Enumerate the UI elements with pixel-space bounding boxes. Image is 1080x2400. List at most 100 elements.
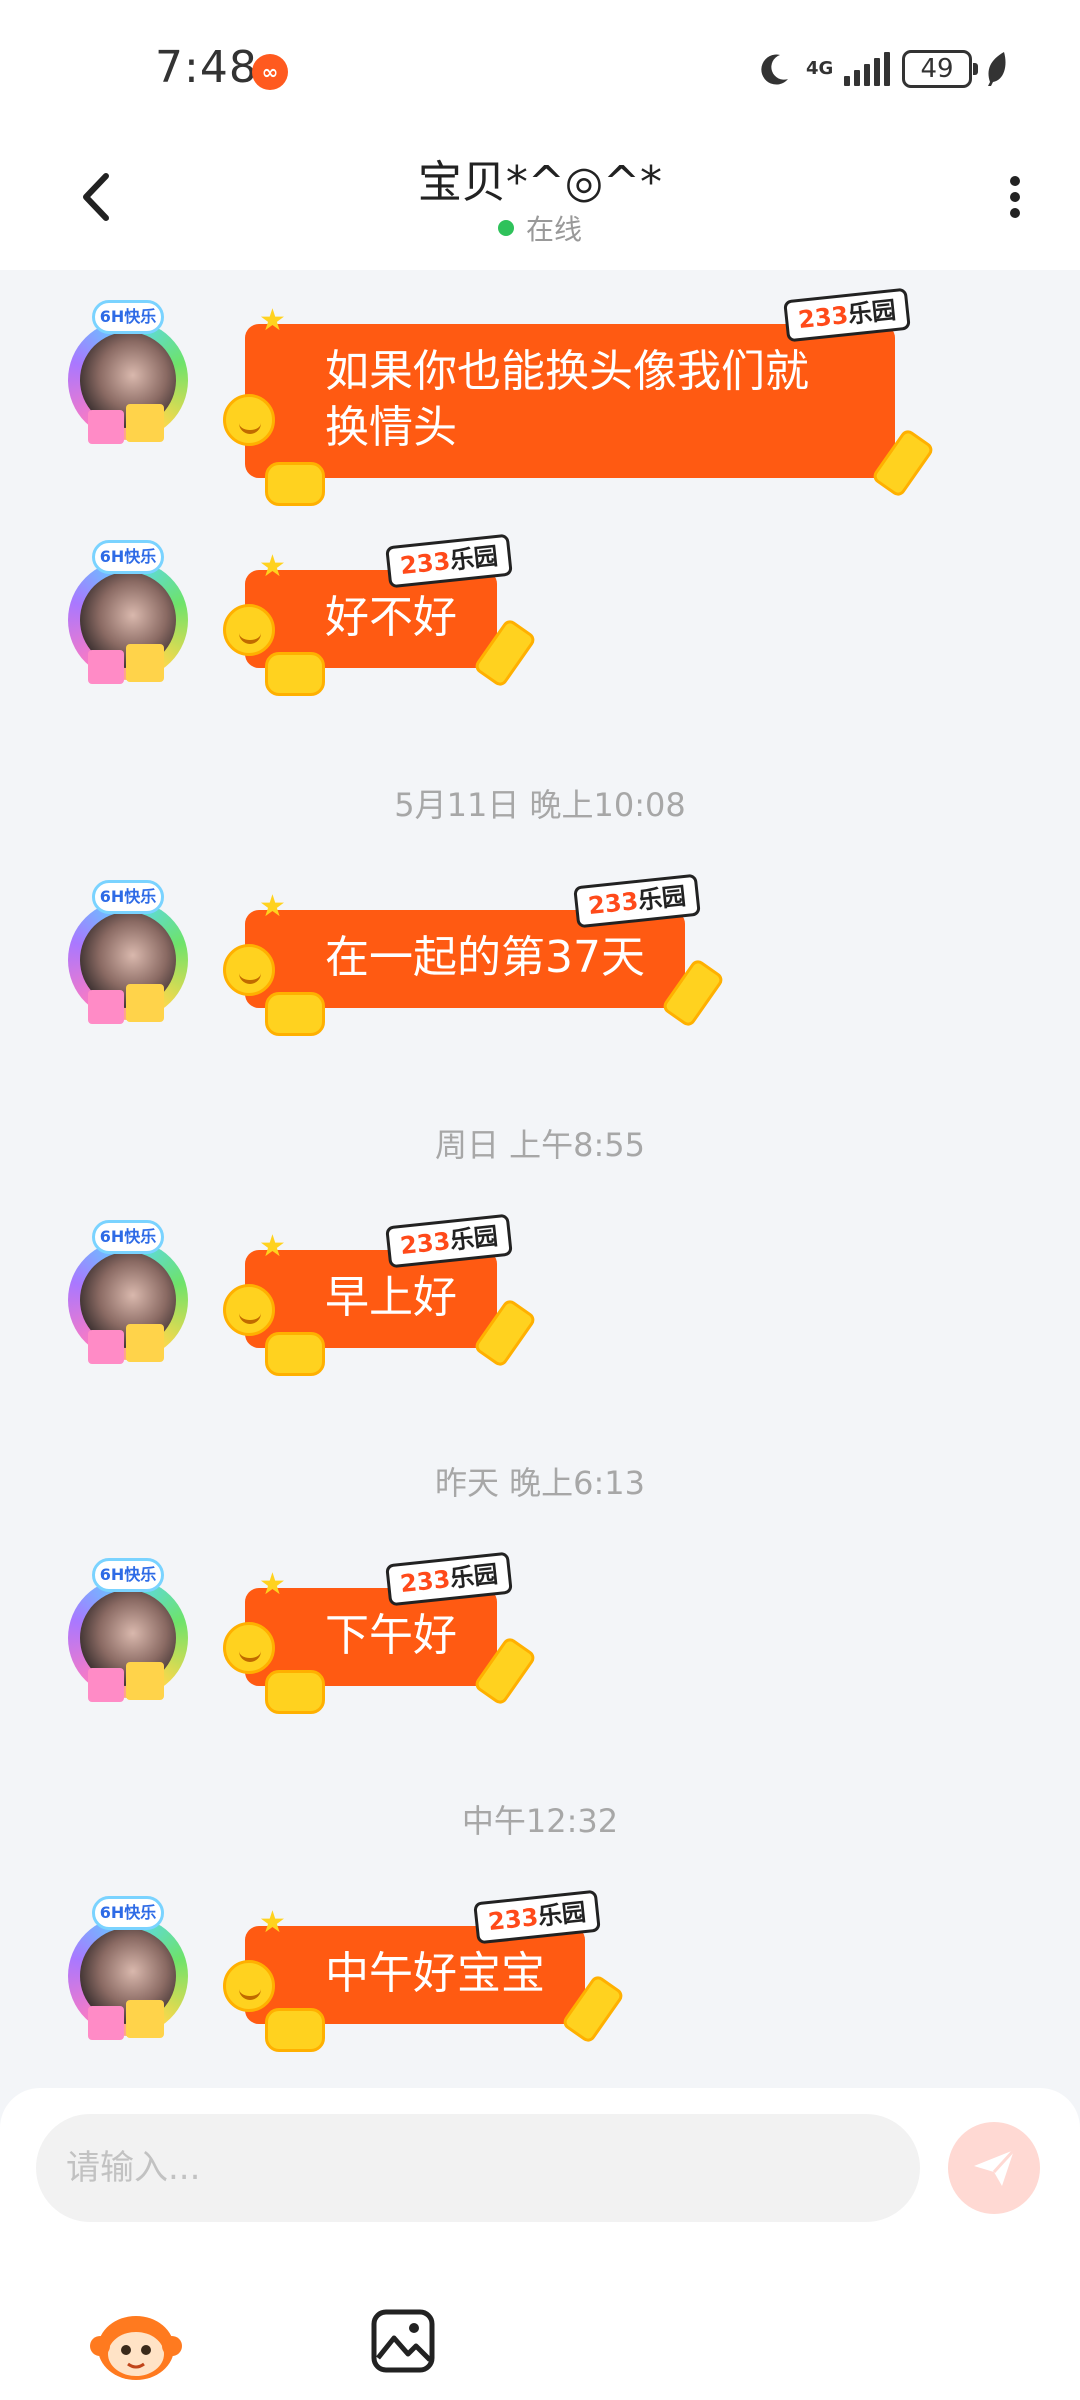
gamepad-sticker-icon bbox=[265, 1670, 325, 1714]
bubble-tag-number: 233 bbox=[796, 300, 850, 335]
compose-bar bbox=[0, 2088, 1080, 2400]
star-icon: ★ bbox=[259, 303, 286, 338]
timestamp: 中午12:32 bbox=[461, 1802, 619, 1840]
gamepad-sticker-icon bbox=[265, 1332, 325, 1376]
sword-sticker-icon bbox=[660, 957, 726, 1029]
bubble-tag: 233乐园 bbox=[573, 873, 701, 929]
star-icon: ★ bbox=[259, 549, 286, 584]
gift-decoration-icon bbox=[88, 1668, 124, 1702]
bubble-tag-text: 乐园 bbox=[636, 881, 688, 915]
app-notification-icon: ∞ bbox=[252, 54, 288, 90]
message-bubble[interactable]: 早上好 233乐园 ★ bbox=[223, 1213, 538, 1376]
smiley-sticker-icon bbox=[223, 944, 275, 996]
bubble-tag-number: 233 bbox=[398, 1226, 452, 1261]
battery-level: 49 bbox=[920, 54, 954, 84]
send-button[interactable] bbox=[948, 2122, 1040, 2214]
sword-sticker-icon bbox=[472, 1297, 538, 1369]
message-bubble-wrap: 好不好 233乐园 ★ bbox=[223, 533, 538, 696]
battery-icon: 49 bbox=[902, 50, 978, 88]
contact-avatar[interactable]: 6H快乐 bbox=[58, 1558, 198, 1703]
gamepad-sticker-icon bbox=[265, 992, 325, 1036]
contact-avatar[interactable]: 6H快乐 bbox=[58, 540, 198, 685]
image-picker-button[interactable] bbox=[370, 2308, 436, 2374]
message-text: 早上好 bbox=[325, 1272, 457, 1323]
gift-box-decoration-icon bbox=[126, 984, 164, 1022]
online-status: 在线 bbox=[0, 208, 1080, 248]
message-text: 中午好宝宝 bbox=[325, 1948, 545, 1999]
timestamp: 周日 上午8:55 bbox=[434, 1126, 646, 1164]
message-text-line: 如果你也能换头像我们就 bbox=[325, 346, 809, 397]
message-bubble[interactable]: 下午好 233乐园 ★ bbox=[223, 1551, 538, 1714]
message-bubble-wrap: 如果你也能换头像我们就 换情头 233乐园 ★ bbox=[223, 287, 936, 506]
smiley-sticker-icon bbox=[223, 1622, 275, 1674]
do-not-disturb-moon-icon bbox=[761, 54, 788, 85]
message-bubble[interactable]: 好不好 233乐园 ★ bbox=[223, 533, 538, 696]
bubble-tag-number: 233 bbox=[398, 1564, 452, 1599]
message-text: 在一起的第37天 bbox=[325, 932, 645, 983]
gift-decoration-icon bbox=[88, 2006, 124, 2040]
bubble-tag: 233乐园 bbox=[473, 1889, 601, 1945]
dot bbox=[1010, 208, 1020, 218]
status-indicators: 4G 49 bbox=[754, 44, 1010, 94]
gift-box-decoration-icon bbox=[126, 1324, 164, 1362]
gamepad-sticker-icon bbox=[265, 462, 325, 506]
avatar-badge: 6H快乐 bbox=[92, 880, 164, 914]
star-icon: ★ bbox=[259, 1229, 286, 1264]
status-time: 7:48 bbox=[155, 42, 258, 93]
mascot-sticker-button[interactable] bbox=[90, 2306, 182, 2382]
gift-box-decoration-icon bbox=[126, 644, 164, 682]
bubble-tag-text: 乐园 bbox=[846, 295, 898, 329]
gift-decoration-icon bbox=[88, 1330, 124, 1364]
bubble-tag-number: 233 bbox=[486, 1902, 540, 1937]
star-icon: ★ bbox=[259, 1905, 286, 1940]
signal-strength-icon bbox=[844, 52, 890, 86]
message-input[interactable] bbox=[36, 2114, 920, 2222]
avatar-badge: 6H快乐 bbox=[92, 1896, 164, 1930]
contact-avatar[interactable]: 6H快乐 bbox=[58, 1220, 198, 1365]
more-options-button[interactable] bbox=[990, 170, 1040, 230]
smiley-sticker-icon bbox=[223, 394, 275, 446]
avatar-badge: 6H快乐 bbox=[92, 1558, 164, 1592]
sword-sticker-icon bbox=[560, 1973, 626, 2045]
chat-title: 宝贝*^◎^* bbox=[417, 157, 663, 208]
gift-box-decoration-icon bbox=[126, 2000, 164, 2038]
message-bubble[interactable]: 中午好宝宝 233乐园 ★ bbox=[223, 1889, 626, 2052]
bubble-tag: 233乐园 bbox=[783, 287, 911, 343]
gamepad-sticker-icon bbox=[265, 652, 325, 696]
bubble-tag: 233乐园 bbox=[385, 1213, 513, 1269]
gift-decoration-icon bbox=[88, 990, 124, 1024]
gift-decoration-icon bbox=[88, 410, 124, 444]
message-text: 好不好 bbox=[325, 592, 457, 643]
gamepad-sticker-icon bbox=[265, 2008, 325, 2052]
avatar-badge: 6H快乐 bbox=[92, 540, 164, 574]
message-bubble[interactable]: 如果你也能换头像我们就 换情头 233乐园 ★ bbox=[223, 287, 936, 506]
gift-box-decoration-icon bbox=[126, 404, 164, 442]
smiley-sticker-icon bbox=[223, 604, 275, 656]
contact-avatar[interactable]: 6H快乐 bbox=[58, 1896, 198, 2041]
message-bubble-wrap: 在一起的第37天 233乐园 ★ bbox=[223, 873, 726, 1036]
status-bar: 7:48 ∞ 4G 49 bbox=[0, 0, 1080, 140]
avatar-badge: 6H快乐 bbox=[92, 1220, 164, 1254]
avatar-badge: 6H快乐 bbox=[92, 300, 164, 334]
timestamp: 昨天 晚上6:13 bbox=[434, 1464, 646, 1502]
message-bubble[interactable]: 在一起的第37天 233乐园 ★ bbox=[223, 873, 726, 1036]
timestamp: 5月11日 晚上10:08 bbox=[394, 786, 686, 824]
message-bubble-wrap: 早上好 233乐园 ★ bbox=[223, 1213, 538, 1376]
gift-decoration-icon bbox=[88, 650, 124, 684]
sword-sticker-icon bbox=[472, 617, 538, 689]
message-list[interactable]: 6H快乐 如果你也能换头像我们就 换情头 233乐园 ★ 6H快乐 好不好 23… bbox=[0, 270, 1080, 2090]
star-icon: ★ bbox=[259, 1567, 286, 1602]
bubble-tag-text: 乐园 bbox=[448, 1221, 500, 1255]
bubble-tag-number: 233 bbox=[586, 886, 640, 921]
send-paper-plane-icon bbox=[974, 2148, 1016, 2186]
bubble-tag: 233乐园 bbox=[385, 533, 513, 589]
contact-avatar[interactable]: 6H快乐 bbox=[58, 880, 198, 1025]
message-text-line: 换情头 bbox=[325, 402, 457, 453]
dot bbox=[1010, 192, 1020, 202]
contact-avatar[interactable]: 6H快乐 bbox=[58, 300, 198, 445]
chat-header: 宝贝*^◎^* 在线 bbox=[0, 140, 1080, 270]
star-icon: ★ bbox=[259, 889, 286, 924]
sword-sticker-icon bbox=[472, 1635, 538, 1707]
bubble-tag-text: 乐园 bbox=[448, 1559, 500, 1593]
bubble-tag-text: 乐园 bbox=[536, 1897, 588, 1931]
